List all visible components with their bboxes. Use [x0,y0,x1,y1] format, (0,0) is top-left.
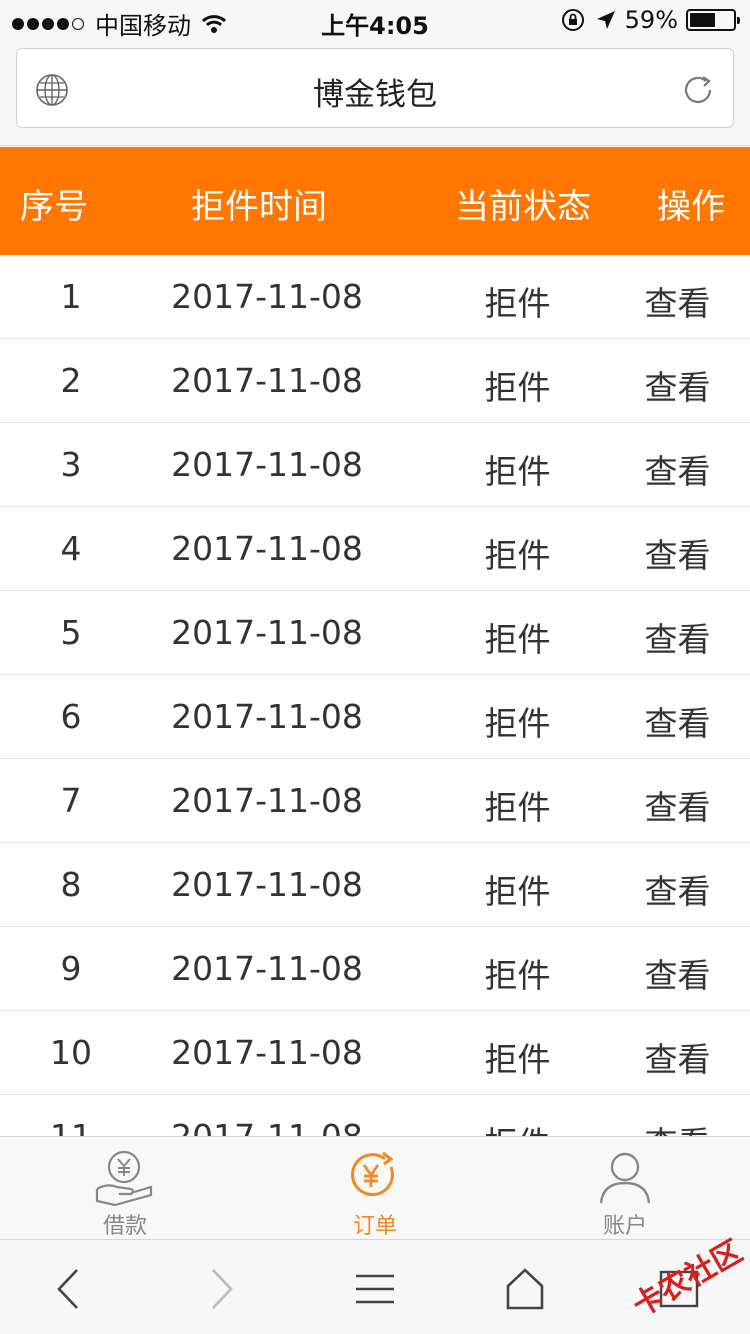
row-date: 2017-11-08 [171,1033,363,1072]
row-status: 拒件 [484,452,551,491]
row-status: 拒件 [484,536,551,575]
view-button[interactable]: 查看 [605,529,750,577]
reload-icon[interactable] [679,71,717,109]
tab-label: 订单 [352,1214,397,1239]
row-date: 2017-11-08 [171,781,363,820]
forward-icon[interactable] [195,1264,245,1314]
table-row: 10 2017-11-08 拒件 查看 [0,1011,750,1095]
table-row: 2 2017-11-08 拒件 查看 [0,339,750,423]
row-status: 拒件 [430,1117,605,1136]
row-status: 拒件 [484,956,551,995]
table-header: 序号 拒件时间 当前状态 操作 [0,147,750,255]
header-action: 操作 [657,187,725,227]
browser-toolbar: 卡农社区 [0,1234,750,1334]
table-row: 9 2017-11-08 拒件 查看 [0,927,750,1011]
tab-label: 借款 [102,1214,147,1239]
row-date: 2017-11-08 [171,529,363,568]
row-date: 2017-11-08 [171,361,363,400]
row-status: 拒件 [484,284,551,323]
back-icon[interactable] [45,1264,95,1314]
battery-percent: 59% [624,6,678,34]
bottom-tab-bar: 借款 订单 账户 [0,1136,750,1239]
view-button[interactable]: 查看 [605,613,750,661]
home-icon[interactable] [500,1264,550,1314]
location-arrow-icon [596,11,615,29]
tab-orders[interactable]: 订单 [250,1137,500,1240]
orientation-lock-icon [561,9,584,31]
tab-account[interactable]: 账户 [500,1137,750,1240]
row-index: 9 [60,949,82,988]
row-date: 2017-11-08 [171,613,363,652]
account-person-icon [599,1152,651,1204]
row-index: 6 [60,697,82,736]
view-button[interactable]: 查看 [605,1033,750,1081]
row-status: 拒件 [484,368,551,407]
row-index: 8 [60,865,82,904]
view-button[interactable]: 查看 [605,697,750,745]
tab-loan[interactable]: 借款 [0,1137,250,1240]
row-status: 拒件 [484,872,551,911]
battery-icon [686,9,740,31]
table-row: 11 2017-11-08 拒件 查看 [0,1095,750,1136]
table-row: 5 2017-11-08 拒件 查看 [0,591,750,675]
row-index: 5 [60,613,82,652]
row-index: 11 [0,1117,142,1136]
view-button[interactable]: 查看 [605,445,750,493]
row-date: 2017-11-08 [171,277,363,316]
table-row: 8 2017-11-08 拒件 查看 [0,843,750,927]
status-bar: 中国移动 上午4:05 59% [0,0,750,40]
row-index: 2 [60,361,82,400]
row-date: 2017-11-08 [171,445,363,484]
row-date: 2017-11-08 [142,1117,392,1136]
row-status: 拒件 [484,788,551,827]
row-index: 3 [60,445,82,484]
table-row: 7 2017-11-08 拒件 查看 [0,759,750,843]
battery-fill [690,13,715,27]
table-row: 4 2017-11-08 拒件 查看 [0,507,750,591]
browser-address-area: 博金钱包 [0,40,750,146]
menu-icon[interactable] [350,1264,400,1314]
table-body[interactable]: 1 2017-11-08 拒件 查看 2 2017-11-08 拒件 查看 3 … [0,255,750,1136]
row-status: 拒件 [484,704,551,743]
row-date: 2017-11-08 [171,949,363,988]
row-date: 2017-11-08 [171,697,363,736]
row-index: 4 [60,529,82,568]
row-date: 2017-11-08 [171,865,363,904]
view-button[interactable]: 查看 [605,1117,750,1136]
order-yen-icon [351,1151,394,1197]
table-row: 1 2017-11-08 拒件 查看 [0,255,750,339]
header-reject-time: 拒件时间 [191,187,327,227]
row-index: 7 [60,781,82,820]
header-index: 序号 [20,187,88,227]
row-index: 1 [60,277,82,316]
status-right: 59% [561,6,740,34]
loan-hand-icon [95,1150,153,1207]
row-index: 10 [50,1033,92,1072]
view-button[interactable]: 查看 [605,361,750,409]
page-title: 博金钱包 [313,77,437,113]
view-button[interactable]: 查看 [605,277,750,325]
table-row: 3 2017-11-08 拒件 查看 [0,423,750,507]
row-status: 拒件 [484,620,551,659]
address-bar[interactable]: 博金钱包 [16,48,734,128]
header-current-status: 当前状态 [455,187,591,227]
view-button[interactable]: 查看 [605,781,750,829]
view-button[interactable]: 查看 [605,865,750,913]
table-row: 6 2017-11-08 拒件 查看 [0,675,750,759]
row-status: 拒件 [484,1040,551,1079]
view-button[interactable]: 查看 [605,949,750,997]
